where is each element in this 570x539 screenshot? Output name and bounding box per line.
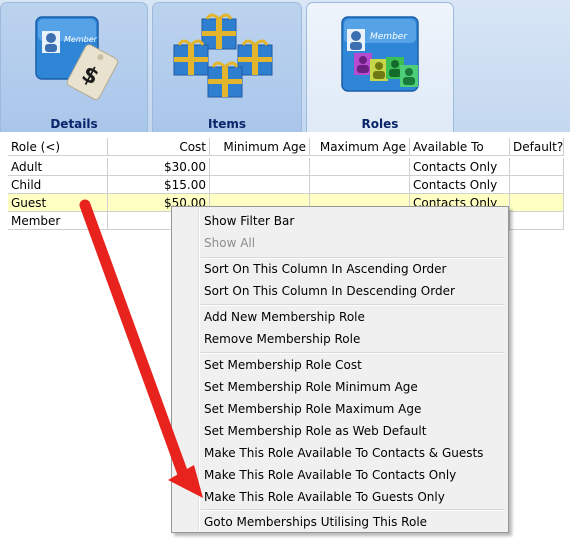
menu-item-goto-memberships[interactable]: Goto Memberships Utilising This Role — [204, 511, 427, 533]
tab-label-items: Items — [208, 117, 246, 131]
menu-item-available-contacts-and-guests[interactable]: Make This Role Available To Contacts & G… — [204, 442, 483, 464]
cell-available-to[interactable]: Contacts Only — [410, 176, 510, 194]
member-card-icon: Member $ — [35, 16, 119, 100]
cell-role[interactable]: Guest — [8, 194, 108, 212]
cell-role[interactable]: Adult — [8, 158, 108, 176]
menu-item-show-all[interactable]: Show All — [204, 232, 255, 254]
col-header-minimum-age[interactable]: Minimum Age — [210, 138, 310, 156]
cell-role[interactable]: Child — [8, 176, 108, 194]
menu-item-sort-descending[interactable]: Sort On This Column In Descending Order — [204, 280, 455, 302]
cell-minimum-age[interactable] — [210, 158, 310, 176]
cell-default[interactable] — [510, 212, 564, 230]
cell-cost[interactable]: $15.00 — [108, 176, 210, 194]
menu-item-set-role-cost[interactable]: Set Membership Role Cost — [204, 354, 362, 376]
col-header-role[interactable]: Role (<) — [8, 138, 108, 156]
cell-default[interactable] — [510, 176, 564, 194]
menu-icon-gutter — [198, 209, 200, 530]
menu-item-available-contacts-only[interactable]: Make This Role Available To Contacts Onl… — [204, 464, 456, 486]
context-menu: Show Filter Bar Show All Sort On This Co… — [171, 206, 509, 533]
col-header-available-to[interactable]: Available To — [410, 138, 510, 156]
cell-maximum-age[interactable] — [310, 158, 410, 176]
cell-maximum-age[interactable] — [310, 176, 410, 194]
member-roles-icon: Member — [341, 16, 419, 92]
table-row[interactable]: Child $15.00 Contacts Only — [0, 176, 564, 194]
svg-text:Member: Member — [64, 35, 98, 44]
menu-item-set-role-web-default[interactable]: Set Membership Role as Web Default — [204, 420, 426, 442]
cell-default[interactable] — [510, 194, 564, 212]
tab-strip: Member $ Details Items Member Roles — [0, 0, 570, 132]
table-row[interactable]: Adult $30.00 Contacts Only — [0, 158, 564, 176]
tab-items[interactable]: Items — [152, 2, 302, 132]
col-header-cost[interactable]: Cost — [108, 138, 210, 156]
gift-boxes-icon — [173, 13, 273, 98]
grid-header-row: Role (<) Cost Minimum Age Maximum Age Av… — [0, 138, 564, 156]
menu-item-set-role-maximum-age[interactable]: Set Membership Role Maximum Age — [204, 398, 421, 420]
menu-item-set-role-minimum-age[interactable]: Set Membership Role Minimum Age — [204, 376, 418, 398]
menu-item-available-guests-only[interactable]: Make This Role Available To Guests Only — [204, 486, 445, 508]
menu-item-show-filter-bar[interactable]: Show Filter Bar — [204, 210, 294, 232]
cell-role[interactable]: Member — [8, 212, 108, 230]
menu-item-sort-ascending[interactable]: Sort On This Column In Ascending Order — [204, 258, 446, 280]
cell-available-to[interactable]: Contacts Only — [410, 158, 510, 176]
cell-default[interactable] — [510, 158, 564, 176]
menu-item-remove-membership-role[interactable]: Remove Membership Role — [204, 328, 360, 350]
cell-minimum-age[interactable] — [210, 176, 310, 194]
tab-details[interactable]: Member $ Details — [0, 2, 148, 132]
cell-cost[interactable]: $30.00 — [108, 158, 210, 176]
svg-text:Member: Member — [370, 32, 408, 42]
tab-label-roles: Roles — [361, 117, 399, 131]
col-header-default[interactable]: Default? — [510, 138, 564, 156]
tab-roles[interactable]: Member Roles — [306, 2, 454, 132]
tab-label-details: Details — [50, 117, 98, 131]
col-header-maximum-age[interactable]: Maximum Age — [310, 138, 410, 156]
menu-item-add-membership-role[interactable]: Add New Membership Role — [204, 306, 365, 328]
